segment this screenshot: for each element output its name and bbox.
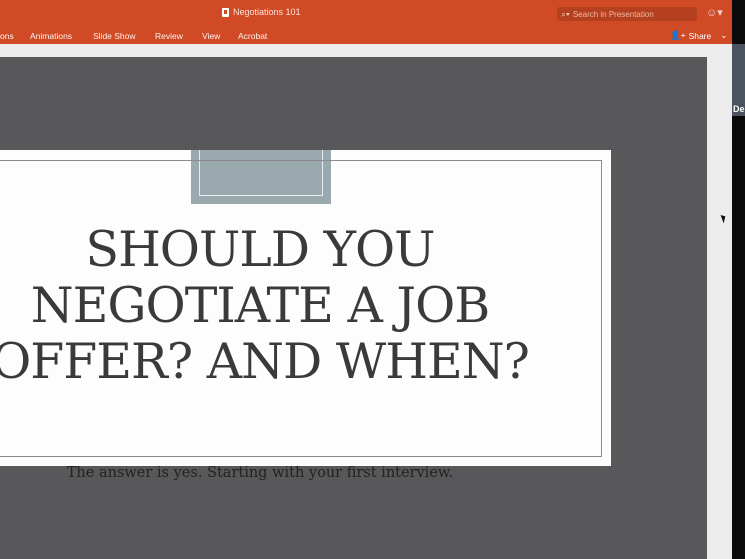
participant-label: De: [733, 104, 745, 114]
powerpoint-doc-icon: [222, 7, 229, 17]
document-title: Negotiations 101: [222, 7, 301, 17]
ribbon-tabs: ons Animations Slide Show Review View Ac…: [0, 26, 732, 44]
toolbar-strip: [0, 44, 732, 58]
search-icon: ⌕▾: [561, 8, 570, 19]
smiley-icon[interactable]: ☺▾: [706, 6, 723, 19]
vertical-scrollbar[interactable]: [707, 57, 732, 559]
slide[interactable]: SHOULD YOU NEGOTIATE A JOB OFFER? AND WH…: [0, 150, 611, 481]
tab-acrobat[interactable]: Acrobat: [238, 31, 267, 41]
title-bar: Negotiations 101 ⌕▾ ☺▾: [0, 0, 732, 26]
tab-view[interactable]: View: [202, 31, 220, 41]
search-input[interactable]: [572, 9, 693, 19]
powerpoint-window: Negotiations 101 ⌕▾ ☺▾ ons Animations Sl…: [0, 0, 732, 559]
share-button[interactable]: 👤+ Share ⌄: [670, 30, 727, 41]
search-box[interactable]: ⌕▾: [557, 7, 697, 21]
tab-animations[interactable]: Animations: [30, 31, 72, 41]
tab-review[interactable]: Review: [155, 31, 183, 41]
tab-slide-show[interactable]: Slide Show: [93, 31, 136, 41]
slide-subtitle[interactable]: The answer is yes. Starting with your fi…: [0, 465, 520, 481]
add-person-icon: 👤+: [670, 30, 686, 40]
chevron-down-icon: ⌄: [720, 30, 728, 40]
video-panel: De: [732, 0, 745, 559]
document-title-text: Negotiations 101: [233, 7, 301, 17]
tab-transitions[interactable]: ons: [0, 31, 14, 41]
share-label: Share: [688, 30, 712, 41]
slide-title[interactable]: SHOULD YOU NEGOTIATE A JOB OFFER? AND WH…: [0, 222, 560, 390]
slide-canvas: SHOULD YOU NEGOTIATE A JOB OFFER? AND WH…: [0, 57, 707, 559]
